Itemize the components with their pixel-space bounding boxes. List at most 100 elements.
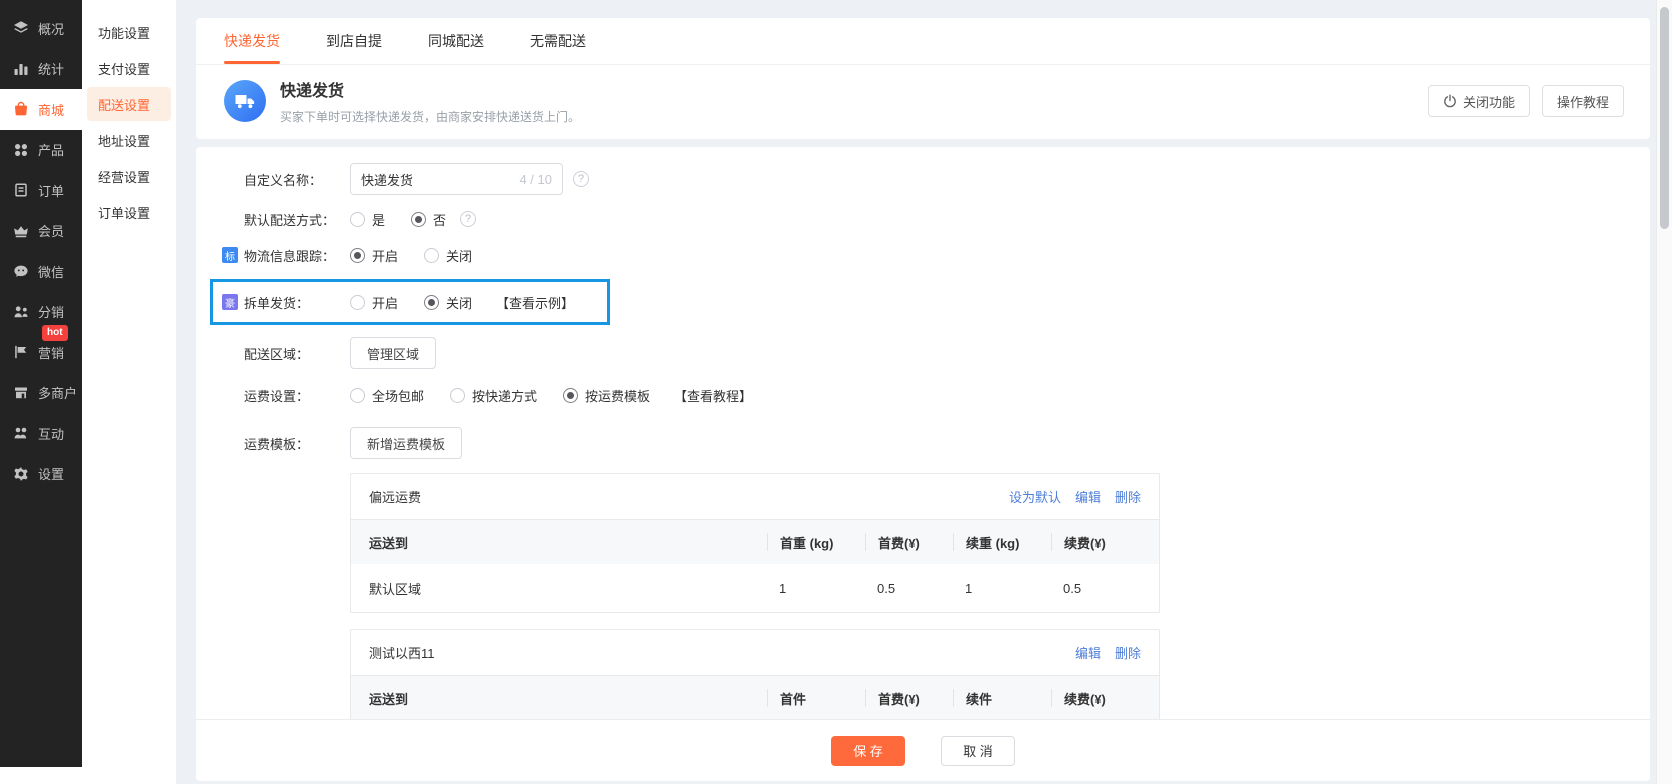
default-method-label: 默认配送方式： (244, 212, 336, 228)
sidebar-item-member[interactable]: 会员 (0, 211, 82, 252)
submenu-item-order[interactable]: 订单设置 (87, 195, 171, 229)
radio-icon[interactable] (563, 387, 579, 403)
submenu-item-payment[interactable]: 支付设置 (87, 51, 171, 85)
wechat-icon (14, 265, 28, 278)
radio-label: 关闭 (446, 248, 473, 264)
sidebar-item-label: 分销 (38, 305, 65, 321)
split-order-highlight-box: 豪 拆单发货： 开启 关闭 【查看示例】 (210, 279, 610, 325)
radio-icon[interactable] (350, 247, 365, 263)
power-icon (1444, 94, 1456, 108)
tab-store-pickup[interactable]: 到店自提 (326, 18, 382, 64)
sidebar-item-label: 多商户 (38, 386, 78, 402)
sidebar-item-stats[interactable]: 统计 (0, 49, 82, 90)
help-icon[interactable]: ? (460, 211, 477, 227)
express-settings-card: 自定义名称： 4 / 10 ? 默认配送方式： 是 否 ? 标 (196, 147, 1650, 781)
custom-name-input[interactable] (361, 171, 514, 187)
radio-icon[interactable] (450, 387, 466, 403)
radio-option-by-express[interactable]: 按快递方式 (450, 386, 537, 405)
sidebar-item-product[interactable]: 产品 (0, 130, 82, 171)
freight-template-row: 运费模板： 新增运费模板 (196, 427, 1650, 459)
cancel-button[interactable]: 取 消 (941, 735, 1015, 766)
close-function-label: 关闭功能 (1462, 94, 1515, 110)
radio-label: 全场包邮 (372, 388, 425, 404)
add-template-button[interactable]: 新增运费模板 (350, 427, 463, 459)
sidebar-item-label: 设置 (38, 467, 65, 483)
page-scrollbar[interactable] (1656, 0, 1672, 784)
header-actions: 关闭功能 操作教程 (1427, 85, 1624, 117)
column-header: 首费(¥) (865, 689, 953, 707)
radio-option-off[interactable]: 关闭 (424, 246, 472, 265)
panel-header: 快递发货 买家下单时可选择快递发货，由商家安排快递送货上门。 关闭功能 操作教程 (196, 65, 1650, 139)
scrollbar-thumb[interactable] (1660, 7, 1669, 229)
member-crown-icon (14, 225, 28, 237)
edit-link[interactable]: 编辑 (1075, 643, 1101, 662)
radio-icon[interactable] (350, 294, 365, 310)
close-function-button[interactable]: 关闭功能 (1427, 85, 1530, 117)
sidebar-item-label: 会员 (38, 224, 65, 240)
submenu-item-delivery[interactable]: 配送设置 (87, 87, 171, 121)
sidebar-item-marketing[interactable]: 营销 hot (0, 325, 82, 373)
table-row: 默认区域 1 0.5 1 0.5 (351, 564, 1159, 612)
column-header: 首费(¥) (865, 533, 953, 551)
submenu-item-business[interactable]: 经营设置 (87, 159, 171, 193)
sidebar-item-interaction[interactable]: 互动 (0, 413, 82, 454)
sidebar-item-label: 概况 (38, 21, 65, 37)
submenu-label: 功能设置 (98, 25, 151, 41)
radio-icon[interactable] (350, 211, 365, 227)
radio-option-yes[interactable]: 是 (350, 210, 385, 229)
sidebar-item-mall[interactable]: 商城 (0, 89, 82, 130)
premium-edition-tag-icon: 豪 (222, 294, 238, 310)
radio-icon[interactable] (350, 387, 365, 403)
radio-icon[interactable] (411, 211, 427, 227)
custom-name-field: 4 / 10 (350, 163, 563, 195)
radio-option-by-template[interactable]: 按运费模板 (563, 386, 650, 405)
edit-link[interactable]: 编辑 (1075, 487, 1101, 506)
tutorial-label: 操作教程 (1556, 94, 1609, 110)
radio-option-on[interactable]: 开启 (350, 246, 398, 265)
manage-area-button[interactable]: 管理区域 (350, 337, 437, 369)
char-counter: 4 / 10 (519, 171, 552, 187)
radio-option-no[interactable]: 否 (411, 210, 446, 229)
radio-icon[interactable] (424, 247, 440, 263)
tracking-row: 标 物流信息跟踪： 开启 关闭 (196, 245, 1650, 265)
submenu-item-function[interactable]: 功能设置 (87, 15, 171, 49)
sidebar-item-overview[interactable]: 概况 (0, 8, 82, 49)
mall-icon (14, 102, 28, 116)
tab-no-delivery[interactable]: 无需配送 (530, 18, 586, 64)
custom-name-row: 自定义名称： 4 / 10 ? (196, 163, 1650, 195)
sidebar-item-label: 商城 (38, 102, 65, 118)
tab-city-delivery[interactable]: 同城配送 (428, 18, 484, 64)
radio-option-free-shipping[interactable]: 全场包邮 (350, 386, 424, 405)
default-method-row: 默认配送方式： 是 否 ? (196, 209, 1650, 229)
help-icon[interactable]: ? (573, 171, 589, 187)
view-tutorial-link[interactable]: 【查看教程】 (674, 386, 752, 405)
column-header: 续件 (953, 689, 1051, 707)
delete-link[interactable]: 删除 (1115, 487, 1141, 506)
sidebar-item-distribution[interactable]: 分销 (0, 292, 82, 333)
radio-option-on[interactable]: 开启 (350, 293, 398, 312)
sidebar-item-label: 统计 (38, 62, 65, 78)
radio-option-off[interactable]: 关闭 (424, 293, 472, 312)
sidebar-item-settings[interactable]: 设置 (0, 454, 82, 495)
order-icon (15, 183, 27, 197)
sidebar-item-order[interactable]: 订单 (0, 170, 82, 211)
set-default-link[interactable]: 设为默认 (1009, 487, 1061, 506)
delivery-area-label: 配送区域： (244, 346, 310, 362)
sidebar-item-label: 微信 (38, 264, 65, 280)
save-button[interactable]: 保 存 (831, 735, 905, 766)
tutorial-button[interactable]: 操作教程 (1541, 85, 1624, 117)
settings-submenu: 功能设置 支付设置 配送设置 地址设置 经营设置 订单设置 (82, 0, 176, 784)
sidebar-item-wechat[interactable]: 微信 (0, 251, 82, 292)
table-header-row: 运送到 首重 (kg) 首费(¥) 续重 (kg) 续费(¥) (351, 520, 1159, 564)
radio-label: 是 (372, 212, 386, 228)
column-header: 运送到 (369, 691, 409, 707)
submenu-label: 地址设置 (98, 133, 151, 149)
sidebar-item-multimerchant[interactable]: 多商户 (0, 373, 82, 414)
delete-link[interactable]: 删除 (1115, 643, 1141, 662)
submenu-label: 经营设置 (98, 169, 151, 185)
view-example-link[interactable]: 【查看示例】 (496, 293, 574, 312)
tracking-label: 物流信息跟踪： (244, 248, 336, 264)
radio-icon[interactable] (424, 294, 440, 310)
tab-express-delivery[interactable]: 快递发货 (224, 18, 280, 64)
submenu-item-address[interactable]: 地址设置 (87, 123, 171, 157)
